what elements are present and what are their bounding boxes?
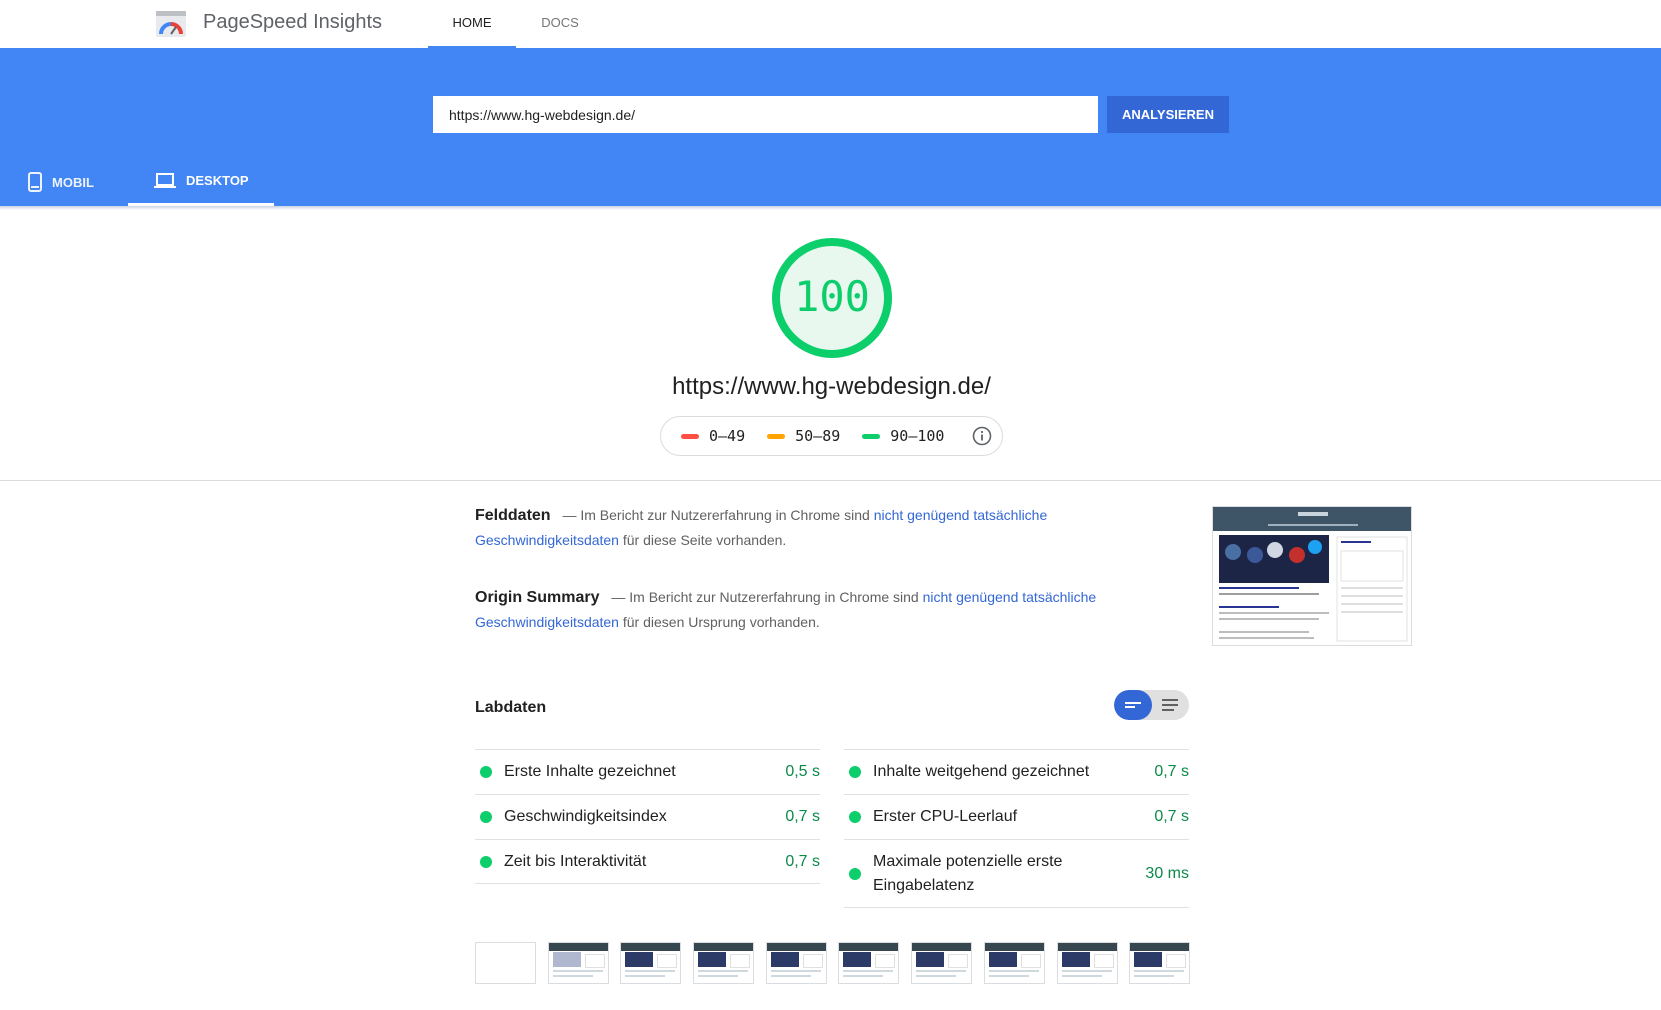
origin-summary-title: Origin Summary	[475, 589, 600, 606]
legend-item-good: 90–100	[862, 427, 944, 445]
origin-summary-text-after: für diesen Ursprung vorhanden.	[622, 614, 820, 630]
lab-metrics-right: Inhalte weitgehend gezeichnet 0,7 s Erst…	[844, 749, 1189, 908]
screenshot-image	[1213, 507, 1411, 642]
nav-tab-docs[interactable]: DOCS	[530, 0, 590, 48]
pass-indicator-icon	[849, 766, 861, 778]
top-bar: PageSpeed Insights HOME DOCS	[0, 0, 1661, 48]
tab-mobile[interactable]: MOBIL	[28, 158, 132, 206]
metric-row: Erster CPU-Leerlauf 0,7 s	[844, 794, 1189, 839]
header-shadow	[0, 206, 1661, 210]
legend-label: 90–100	[890, 427, 945, 445]
compact-list-icon	[1125, 702, 1141, 708]
filmstrip-frame	[983, 942, 1045, 984]
page-screenshot	[1212, 506, 1412, 646]
metric-label: Zeit bis Interaktivität	[504, 852, 647, 870]
score-legend: 0–49 50–89 90–100	[660, 416, 1003, 456]
field-data-text-after: für diese Seite vorhanden.	[622, 532, 787, 548]
metric-label: Geschwindigkeitsindex	[504, 808, 667, 825]
legend-item-poor: 0–49	[681, 427, 745, 445]
analyzed-url: https://www.hg-webdesign.de/	[672, 373, 991, 400]
metrics-view-toggle[interactable]	[1114, 690, 1189, 720]
origin-summary-section: Origin Summary — Im Bericht zur Nutzerer…	[475, 585, 1115, 635]
metric-row: Maximale potenzielle erste Eingabelatenz…	[844, 839, 1189, 908]
legend-label: 50–89	[795, 427, 841, 445]
expanded-list-icon[interactable]	[1162, 698, 1178, 712]
filmstrip-frame	[838, 942, 900, 984]
metric-value: 0,5 s	[785, 763, 820, 780]
metric-value: 30 ms	[1145, 864, 1189, 882]
legend-label: 0–49	[709, 427, 746, 445]
filmstrip-frame	[693, 942, 755, 984]
info-icon[interactable]	[972, 426, 992, 446]
laptop-icon	[154, 172, 176, 188]
pass-indicator-icon	[480, 811, 492, 823]
filmstrip-frame	[475, 942, 536, 984]
filmstrip-frame	[1129, 942, 1191, 984]
metric-value: 0,7 s	[785, 852, 820, 870]
filmstrip-frame	[1056, 942, 1118, 984]
metric-value: 0,7 s	[1154, 808, 1189, 825]
load-filmstrip	[475, 942, 1202, 984]
metric-label: Maximale potenzielle erste Eingabelatenz	[873, 852, 1063, 894]
pass-indicator-icon	[849, 867, 861, 880]
pass-indicator-icon	[849, 811, 861, 823]
metric-row: Zeit bis Interaktivität 0,7 s	[475, 839, 820, 884]
app-title[interactable]: PageSpeed Insights	[203, 11, 382, 34]
lab-metrics-left: Erste Inhalte gezeichnet 0,5 s Geschwind…	[475, 749, 820, 884]
field-data-section: Felddaten — Im Bericht zur Nutzererfahru…	[475, 503, 1115, 553]
legend-bar-orange	[767, 433, 786, 439]
performance-score: 100	[794, 272, 870, 321]
nav-tab-home[interactable]: HOME	[428, 0, 516, 48]
tab-mobile-label: MOBIL	[52, 174, 94, 190]
pagespeed-logo-icon[interactable]	[155, 10, 187, 38]
metric-row: Geschwindigkeitsindex 0,7 s	[475, 794, 820, 839]
filmstrip-frame	[620, 942, 682, 984]
metric-value: 0,7 s	[1154, 763, 1189, 780]
legend-item-average: 50–89	[767, 427, 840, 445]
origin-summary-text: — Im Bericht zur Nutzererfahrung in Chro…	[611, 589, 919, 605]
section-divider	[0, 480, 1661, 481]
filmstrip-frame	[911, 942, 973, 984]
pass-indicator-icon	[480, 766, 492, 778]
legend-bar-red	[681, 433, 699, 439]
metric-label: Erster CPU-Leerlauf	[873, 808, 1018, 825]
pass-indicator-icon	[480, 855, 492, 868]
analysis-header: ANALYSIEREN MOBIL DESKTOP	[0, 48, 1661, 206]
metric-label: Inhalte weitgehend gezeichnet	[873, 763, 1090, 780]
analyze-button[interactable]: ANALYSIEREN	[1107, 96, 1229, 133]
legend-bar-green	[862, 433, 881, 439]
metric-row: Erste Inhalte gezeichnet 0,5 s	[475, 749, 820, 794]
field-data-text: — Im Bericht zur Nutzererfahrung in Chro…	[562, 507, 870, 523]
tab-desktop[interactable]: DESKTOP	[128, 158, 274, 206]
field-data-title: Felddaten	[475, 507, 551, 524]
filmstrip-frame	[547, 942, 609, 984]
metric-row: Inhalte weitgehend gezeichnet 0,7 s	[844, 749, 1189, 794]
metric-label: Erste Inhalte gezeichnet	[504, 763, 676, 780]
metric-value: 0,7 s	[785, 808, 820, 825]
smartphone-icon	[28, 172, 42, 192]
lab-data-title: Labdaten	[475, 699, 547, 716]
tab-desktop-label: DESKTOP	[186, 173, 249, 188]
url-input[interactable]	[433, 96, 1098, 133]
filmstrip-frame	[765, 942, 827, 984]
